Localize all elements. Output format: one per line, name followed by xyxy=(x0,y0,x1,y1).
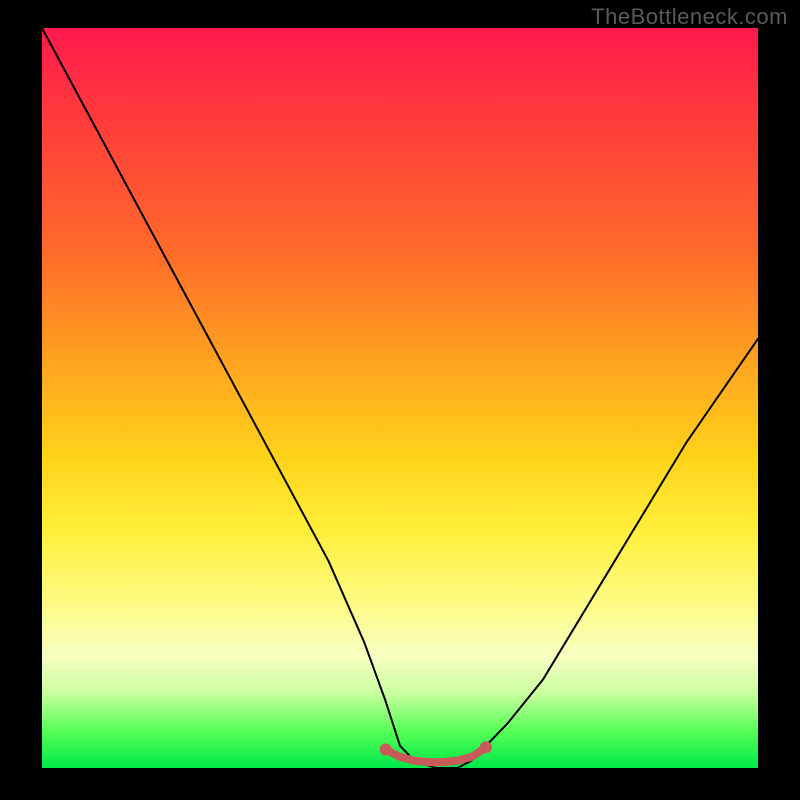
valley-marker xyxy=(386,747,486,762)
valley-dot-right xyxy=(480,741,492,753)
chart-container: TheBottleneck.com xyxy=(0,0,800,800)
valley-dot-left xyxy=(380,744,392,756)
plot-area xyxy=(42,28,758,768)
bottleneck-curve xyxy=(42,28,758,768)
watermark-text: TheBottleneck.com xyxy=(591,4,788,30)
curve-layer xyxy=(42,28,758,768)
